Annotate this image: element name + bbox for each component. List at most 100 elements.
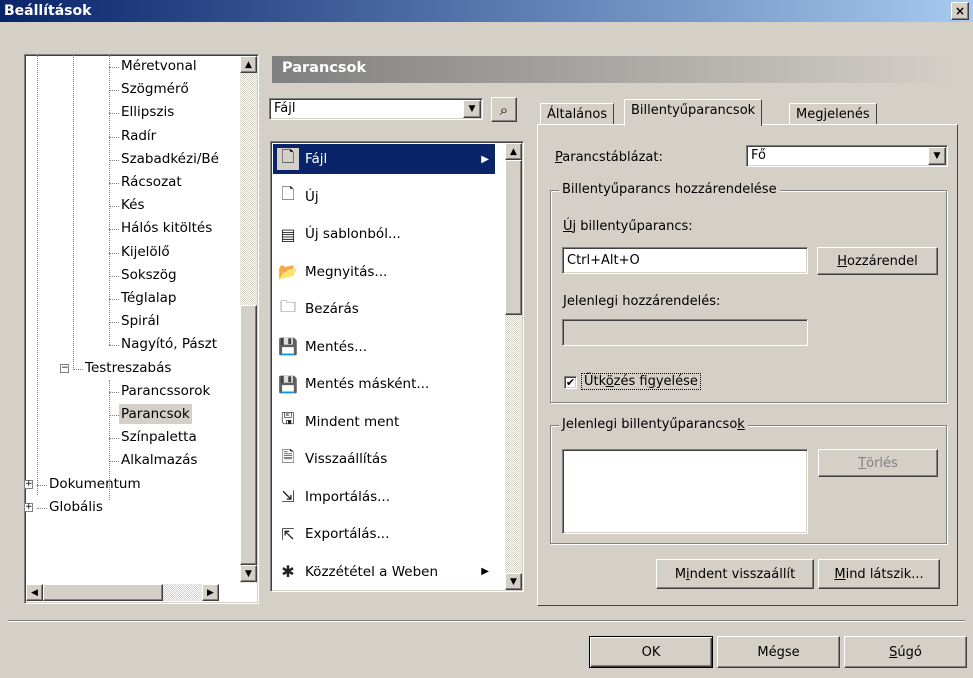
scroll-thumb[interactable]: [43, 584, 163, 601]
tree-item[interactable]: Alkalmazás: [119, 450, 199, 470]
tree-item[interactable]: Színpaletta: [119, 427, 199, 447]
command-item[interactable]: 🗎 Visszaállítás: [273, 444, 495, 474]
show-all-button[interactable]: Mind látszik...: [818, 559, 940, 589]
command-item[interactable]: 🖫 Mindent ment: [273, 407, 495, 437]
conflict-check-label[interactable]: Ütközés figyelése: [581, 373, 701, 390]
tree-connector: [109, 322, 119, 324]
scroll-left-button[interactable]: ◀: [26, 584, 43, 601]
scroll-thumb[interactable]: [505, 160, 522, 315]
arrow-up-icon: ▲: [510, 146, 517, 157]
command-label: Közzététel a Weben: [305, 563, 439, 580]
tree-item[interactable]: Nagyító, Pászt: [119, 334, 219, 354]
command-item[interactable]: ⇲ Importálás...: [273, 482, 495, 512]
reset-all-button[interactable]: Mi ndent visszaállít: [656, 559, 814, 589]
command-item[interactable]: ⇱ Exportálás...: [273, 519, 495, 549]
tree-item[interactable]: Parancsok: [119, 404, 192, 424]
tab-general[interactable]: Általános: [540, 103, 615, 125]
tree-item[interactable]: Globális: [47, 497, 105, 517]
current-shortcuts-list[interactable]: [562, 449, 808, 534]
assign-group-title: Billentyűparancs hozzárendelése: [559, 182, 780, 197]
help-button[interactable]: Súgó: [844, 636, 967, 668]
tree-item[interactable]: Szabadkézi/Bé: [119, 149, 221, 169]
tab-appearance[interactable]: Megjelenés: [789, 103, 877, 125]
command-label: Mentés...: [305, 338, 368, 355]
tree-item[interactable]: Kés: [119, 195, 147, 215]
category-combo[interactable]: Fájl ▼: [269, 98, 483, 120]
command-item[interactable]: 💾 Mentés másként...: [273, 369, 495, 399]
command-item[interactable]: 🗋 Fájl ▶: [273, 144, 495, 174]
assign-button[interactable]: Hozzárendel: [817, 247, 938, 275]
command-list[interactable]: 🗋 Fájl ▶ 🗋 Új ▤ Új sablonból... 📂 Megnyitás... 🗀 B…: [270, 141, 524, 592]
arrow-right-icon: ▶: [207, 587, 214, 598]
panel-title: Parancsok: [282, 60, 367, 76]
scroll-right-button[interactable]: ▶: [202, 584, 219, 601]
settings-tree[interactable]: Méretvonal Szögmérő Ellipszis Radír Szabadké…: [24, 54, 259, 604]
scroll-down-button[interactable]: ▼: [240, 565, 257, 582]
collapse-icon[interactable]: −: [60, 363, 69, 373]
command-icon: 🗎: [281, 446, 295, 466]
ok-button[interactable]: OK: [589, 636, 713, 668]
close-button[interactable]: ×: [951, 2, 969, 20]
tree-item[interactable]: Méretvonal: [119, 56, 199, 76]
command-label: Visszaállítás: [305, 451, 388, 467]
conflict-check-checkbox[interactable]: ✔: [564, 376, 577, 389]
new-shortcut-input[interactable]: Ctrl+Alt+O: [562, 247, 808, 274]
tree-item[interactable]: Rácsozat: [119, 172, 184, 192]
tree-connector: [109, 206, 119, 208]
tree-item[interactable]: Spirál: [119, 311, 161, 331]
find-command-button[interactable]: ⌕: [491, 97, 517, 122]
chevron-down-icon: ▼: [933, 151, 941, 161]
combo-dropdown-button[interactable]: ▼: [928, 147, 946, 165]
cancel-button[interactable]: Mégse: [717, 636, 840, 668]
command-label: Mindent ment: [305, 413, 400, 430]
command-label: Bezárás: [305, 301, 359, 317]
command-table-value: Fő: [751, 148, 766, 163]
tab-shortcuts[interactable]: Billentyűparancsok: [624, 99, 763, 126]
tree-connector: [73, 55, 74, 370]
scroll-up-button[interactable]: ▲: [505, 143, 522, 160]
tree-item[interactable]: Szögmérő: [119, 79, 191, 99]
tree-item[interactable]: Testreszabás: [83, 358, 173, 378]
tab-general-label: Általános: [547, 107, 608, 122]
current-shortcuts-title: Jelenlegi billentyűparancsok: [559, 417, 748, 432]
command-label: Új: [305, 188, 319, 205]
scroll-thumb[interactable]: [240, 305, 257, 565]
command-icon: ⇱: [281, 524, 295, 544]
command-icon: 🗋: [281, 184, 295, 203]
tree-connector: [109, 252, 119, 254]
command-item[interactable]: 📂 Megnyitás...: [273, 257, 495, 287]
command-item[interactable]: 💾 Mentés...: [273, 332, 495, 362]
command-item[interactable]: 🗀 Bezárás: [273, 294, 495, 324]
chevron-down-icon: ▼: [468, 104, 476, 114]
expand-icon[interactable]: +: [24, 502, 33, 512]
tree-item[interactable]: Kijelölő: [119, 242, 172, 262]
tree-item[interactable]: Dokumentum: [47, 474, 143, 494]
tree-item[interactable]: Parancssorok: [119, 381, 212, 401]
tree-item[interactable]: Sokszög: [119, 265, 179, 285]
tree-connector: [109, 159, 119, 161]
expand-icon[interactable]: +: [24, 479, 33, 489]
command-table-label: Parancstáblázat:: [555, 150, 663, 165]
tree-connector: [109, 461, 119, 463]
tree-item[interactable]: Radír: [119, 126, 158, 146]
command-label: Fájl: [305, 151, 328, 167]
tree-connector: [109, 113, 119, 115]
scroll-up-button[interactable]: ▲: [240, 56, 257, 73]
command-icon: ▤: [280, 224, 296, 244]
command-item[interactable]: ▤ Új sablonból...: [273, 219, 495, 249]
command-item[interactable]: 🗋 Új: [273, 182, 495, 212]
command-item[interactable]: ✱ Közzététel a Weben ▶: [273, 557, 495, 587]
tree-item[interactable]: Ellipszis: [119, 102, 176, 122]
command-label: Mentés másként...: [305, 376, 430, 392]
footer-separator: [8, 620, 965, 622]
scroll-down-button[interactable]: ▼: [505, 573, 522, 590]
tree-item[interactable]: Téglalap: [119, 288, 178, 308]
combo-dropdown-button[interactable]: ▼: [463, 100, 481, 118]
command-table-combo[interactable]: Fő ▼: [746, 145, 948, 167]
command-icon: ✱: [281, 562, 295, 581]
command-icon: 📂: [278, 262, 298, 281]
arrow-left-icon: ◀: [31, 587, 38, 598]
panel-header: Parancsok: [272, 56, 958, 83]
tree-connector: [109, 229, 119, 231]
tree-item[interactable]: Hálós kitöltés: [119, 218, 214, 238]
